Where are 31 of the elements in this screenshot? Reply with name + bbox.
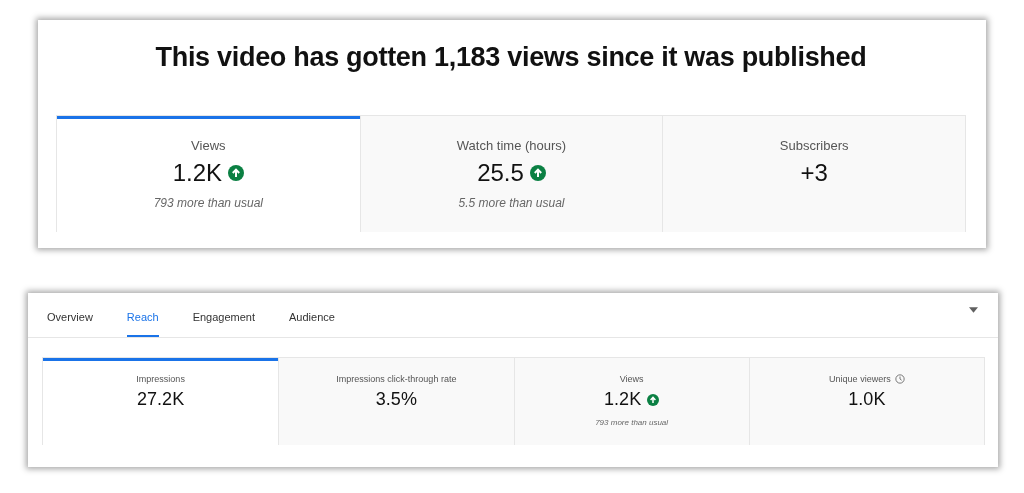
metric-value: 1.0K bbox=[848, 389, 886, 410]
metric-value: 3.5% bbox=[375, 389, 417, 410]
metric-label: Unique viewers bbox=[829, 374, 891, 384]
metric-value: +3 bbox=[800, 159, 828, 187]
metric-label: Subscribers bbox=[779, 138, 849, 153]
up-arrow-icon bbox=[647, 393, 660, 406]
metric-tile[interactable]: Unique viewers 1.0K bbox=[748, 358, 984, 445]
metric-label: Views bbox=[191, 138, 226, 153]
metric-label: Impressions bbox=[136, 374, 185, 384]
metric-value: 27.2K bbox=[137, 389, 185, 410]
metric-tile[interactable]: Subscribers +3 bbox=[662, 116, 965, 232]
metric-label: Watch time (hours) bbox=[456, 138, 567, 153]
summary-heading: This video has gotten 1,183 views since it was published bbox=[154, 42, 868, 73]
metric-tile[interactable]: Views 1.2K 793 more than usual bbox=[513, 358, 749, 445]
metric-tile[interactable]: Impressions click-through rate 3.5% bbox=[278, 358, 514, 445]
metric-value: 25.5 bbox=[477, 159, 524, 187]
metric-value: 1.2K bbox=[172, 159, 222, 187]
tab[interactable]: Overview bbox=[47, 293, 93, 337]
up-arrow-icon bbox=[228, 165, 244, 181]
metric-label: Views bbox=[619, 374, 644, 384]
metric-note: 5.5 more than usual bbox=[458, 196, 565, 210]
metric-tile[interactable]: Watch time (hours) 25.5 5.5 more than usual bbox=[359, 116, 663, 232]
metric-label: Impressions click-through rate bbox=[336, 374, 457, 384]
clock-icon bbox=[894, 374, 905, 384]
caret-icon[interactable] bbox=[969, 307, 978, 313]
tab[interactable]: Audience bbox=[289, 293, 335, 337]
tab[interactable]: Reach bbox=[126, 293, 159, 337]
metric-note: 793 more than usual bbox=[153, 196, 264, 210]
metric-value: 1.2K bbox=[604, 389, 642, 410]
tab[interactable]: Engagement bbox=[192, 293, 256, 337]
metric-note: 793 more than usual bbox=[595, 418, 669, 427]
